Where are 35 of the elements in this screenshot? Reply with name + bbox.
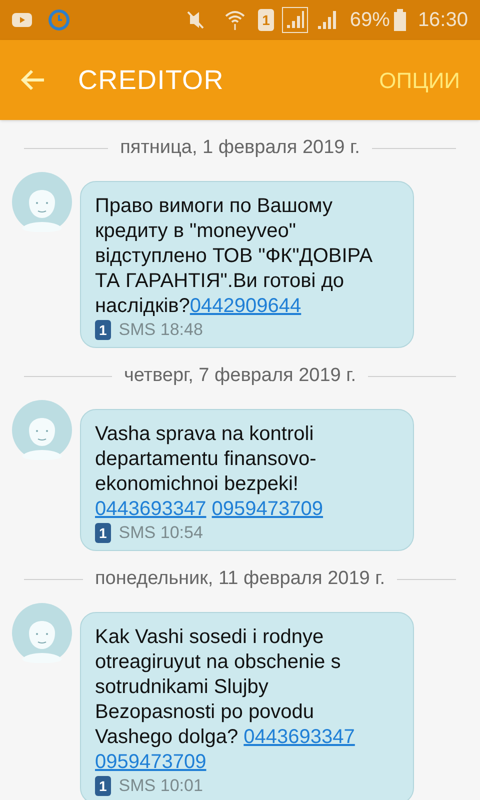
message-text: Kak Vashi sosedi i rodnye otreagiruyut na obschenie s sotrudnikami Slujby Bezopasnosti po povodu Vashego dolga? 0443693347 0959473709 bbox=[95, 625, 356, 775]
back-arrow-icon[interactable] bbox=[20, 69, 46, 91]
message-bubble[interactable]: Kak Vashi sosedi i rodnye otreagiruyut na obschenie s sotrudnikami Slujby Bezopasnosti po povodu Vashego dolga? 0443693347 0959473709 1 SMS 10:01 bbox=[80, 612, 414, 800]
conversation-title: CREDITOR bbox=[78, 64, 224, 97]
message-meta: SMS 10:01 bbox=[118, 775, 203, 798]
message-text: Право вимоги по Вашому кредиту в "moneyveo" відступлено ТОВ "ФК"ДОВІРА ТА ГАРАНТІЯ".Ви готові до наслідків?0442909644 bbox=[95, 194, 374, 319]
date-separator: четверг, 7 февраля 2019 г. bbox=[124, 364, 356, 388]
contact-avatar-icon bbox=[12, 400, 72, 460]
message-meta: SMS 18:48 bbox=[118, 319, 203, 342]
message-text: Vasha sprava na kontroli departamentu finansovo-ekonomichnoi bezpeki! 0443693347 0959473709 bbox=[95, 422, 324, 522]
message-bubble[interactable]: Vasha sprava na kontroli departamentu finansovo-ekonomichnoi bezpeki! 0443693347 0959473709 1 SMS 10:54 bbox=[80, 409, 414, 551]
sim-badge: 1 bbox=[95, 523, 111, 543]
phone-link[interactable]: 0443693347 bbox=[244, 726, 355, 748]
date-separator: понедельник, 11 февраля 2019 г. bbox=[95, 566, 386, 591]
options-button[interactable]: ОПЦИИ bbox=[379, 64, 460, 96]
battery-percent: 69% bbox=[350, 8, 390, 33]
contact-avatar-icon bbox=[12, 172, 72, 232]
phone-link[interactable]: 0959473709 bbox=[212, 498, 324, 520]
sim-status-icon: 1 bbox=[258, 9, 274, 31]
battery-icon bbox=[394, 9, 406, 31]
clock-app-icon bbox=[48, 9, 70, 31]
phone-link[interactable]: 0959473709 bbox=[95, 751, 206, 773]
sim-badge: 1 bbox=[95, 320, 111, 340]
contact-avatar-icon bbox=[12, 603, 72, 663]
clock-time: 16:30 bbox=[418, 8, 468, 33]
wifi-icon bbox=[224, 9, 246, 31]
video-app-icon bbox=[12, 13, 32, 27]
message-bubble[interactable]: Право вимоги по Вашому кредиту в "moneyveo" відступлено ТОВ "ФК"ДОВІРА ТА ГАРАНТІЯ".Ви готові до наслідків?0442909644 1 SMS 18:48 bbox=[80, 181, 414, 348]
message-meta: SMS 10:54 bbox=[118, 522, 203, 544]
phone-link[interactable]: 0442909644 bbox=[190, 295, 302, 317]
signal-icon bbox=[282, 7, 308, 33]
sim-badge: 1 bbox=[95, 776, 111, 796]
signal-icon bbox=[316, 9, 338, 31]
date-separator: пятница, 1 февраля 2019 г. bbox=[120, 136, 360, 160]
phone-link[interactable]: 0443693347 bbox=[95, 498, 206, 520]
